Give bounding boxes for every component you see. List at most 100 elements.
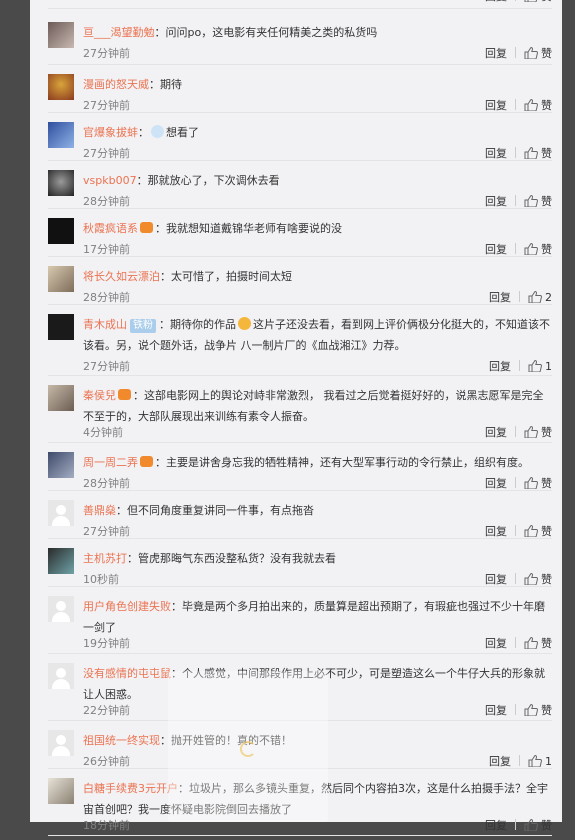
comment-username[interactable]: 亘___渴望勤勉 [83,26,155,39]
reply-button[interactable]: 回复 [485,0,507,3]
reply-button[interactable]: 回复 [485,99,507,112]
avatar[interactable] [48,122,74,148]
comment-text: ：但不同角度重复讲同一件事，有点拖沓 [116,504,314,517]
divider [515,426,516,437]
comment-text: ：我就想知道戴锦华老师有啥要说的没 [155,222,342,235]
divider [515,147,516,158]
avatar[interactable] [48,500,74,526]
divider [519,360,520,371]
like-button[interactable]: 赞 [524,815,552,837]
avatar[interactable] [48,74,74,100]
reply-button[interactable]: 回复 [489,755,511,768]
reply-button[interactable]: 回复 [485,819,507,832]
reply-button[interactable]: 回复 [485,147,507,160]
thumbs-up-icon [524,243,538,255]
reply-button[interactable]: 回复 [485,243,507,256]
comment-text: ：太可惜了，拍摄时间太短 [160,270,292,283]
like-button[interactable]: 赞 [524,43,552,65]
avatar[interactable] [48,266,74,292]
reply-button[interactable]: 回复 [485,47,507,60]
comment-time: 17分钟前 [83,243,130,256]
thumbs-up-icon [524,525,538,537]
comment-text: ：这部电影网上的舆论对峙非常激烈， 我看过之后觉着挺好好的，说黑志愿军是完全不至… [83,389,544,423]
thumbs-up-icon [524,99,538,111]
comment-text: ：主要是讲舍身忘我的牺牲精神，还有大型军事行动的令行禁止，组织有度。 [155,456,529,469]
like-count: 1 [545,360,552,373]
like-label: 赞 [541,47,552,60]
comment-item: 漫画的怒天威：期待 27分钟前 回复 赞 [48,65,552,113]
like-button[interactable]: 赞 [524,422,552,444]
avatar[interactable] [48,218,74,244]
thumbs-up-icon [524,704,538,716]
like-button[interactable]: 1 [528,356,552,378]
comment-username[interactable]: 祖国统一终实现 [83,734,160,747]
comment-username[interactable]: 秋霞疯语系 [83,222,138,235]
comment-username[interactable]: 善鼎燊 [83,504,116,517]
comment-username[interactable]: 没有感情的屯屯鼠 [83,667,171,680]
reply-button[interactable]: 回复 [485,704,507,717]
avatar[interactable] [48,548,74,574]
divider [515,525,516,536]
like-label: 赞 [541,243,552,256]
like-button[interactable]: 赞 [524,0,552,8]
comment-username[interactable]: 秦侯兒 [83,389,116,402]
comment-username[interactable]: vspkb007 [83,174,137,187]
divider [515,704,516,715]
thumbs-up-icon [524,426,538,438]
avatar[interactable] [48,730,74,756]
divider [515,819,516,830]
avatar[interactable] [48,596,74,622]
thumbs-up-icon [524,195,538,207]
divider [515,0,516,1]
avatar[interactable] [48,314,74,340]
comment-item: 善鼎燊：但不同角度重复讲同一件事，有点拖沓 27分钟前 回复 赞 [48,491,552,539]
comment-time: 28分钟前 [83,291,130,304]
comment-username[interactable]: 主机苏打 [83,552,127,565]
comment-time: 18分钟前 [83,819,130,832]
comment-username[interactable]: 青木成山 [83,318,127,331]
avatar[interactable] [48,22,74,48]
comment-username[interactable]: 用户角色创建失败 [83,600,171,613]
comment-username[interactable]: 漫画的怒天威 [83,78,149,91]
like-count: 2 [545,291,552,304]
reply-button[interactable]: 回复 [485,426,507,439]
reply-button[interactable]: 回复 [485,195,507,208]
reply-button[interactable]: 回复 [485,637,507,650]
like-label: 赞 [541,195,552,208]
comment-text: 想看了 [166,126,199,139]
avatar[interactable] [48,452,74,478]
vip-badge-icon [140,222,153,233]
avatar[interactable] [48,778,74,804]
comment-item: 秋霞疯语系 ：我就想知道戴锦华老师有啥要说的没 17分钟前 回复 赞 [48,209,552,257]
reply-button[interactable]: 回复 [485,573,507,586]
divider [515,243,516,254]
like-button[interactable]: 赞 [524,700,552,722]
comment-time: 22分钟前 [83,704,130,717]
reply-button[interactable]: 回复 [485,477,507,490]
comment-username[interactable]: 官爆象拔蚌 [83,126,138,139]
comment-item: 青木成山 铁粉 ：期待你的作品 这片子还没去看，看到网上评价俩极分化挺大的，不知道该不… [48,305,552,376]
like-label: 赞 [541,525,552,538]
reply-button[interactable]: 回复 [489,291,511,304]
reply-button[interactable]: 回复 [489,360,511,373]
comment-text: ：期待你的作品 [159,318,236,331]
like-button[interactable]: 赞 [524,633,552,655]
avatar[interactable] [48,170,74,196]
comment-username[interactable]: 将长久如云漂泊 [83,270,160,283]
comment-text: ：期待 [149,78,182,91]
emoji-icon [151,125,164,138]
avatar[interactable] [48,663,74,689]
divider [515,99,516,110]
like-label: 赞 [541,819,552,832]
comment-item: vspkb007：那就放心了，下次调休去看 28分钟前 回复 赞 [48,161,552,209]
reply-button[interactable]: 回复 [485,525,507,538]
comment-username[interactable]: 周一周二弄 [83,456,138,469]
comment-item: 秦侯兒 ：这部电影网上的舆论对峙非常激烈， 我看过之后觉着挺好好的，说黑志愿军是完… [48,376,552,443]
avatar[interactable] [48,385,74,411]
comment-time: 28分钟前 [83,477,130,490]
loading-spinner-icon [240,741,256,757]
thumbs-up-icon [528,291,542,303]
comment-username[interactable]: 白糖手续费3元开户 [83,782,178,795]
divider [519,755,520,766]
comment-item: 官爆象拔蚌： 想看了 27分钟前 回复赞 [48,113,552,161]
